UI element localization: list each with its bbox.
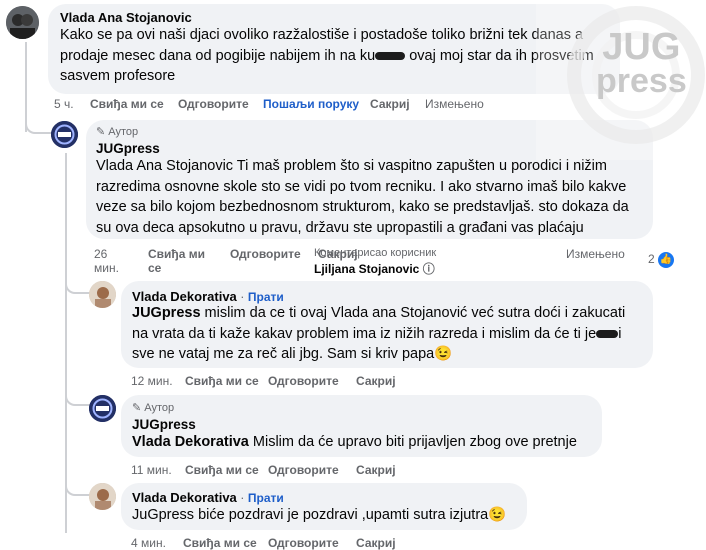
thread-hook-reply3 xyxy=(65,380,91,406)
hide-button[interactable]: Сакриј xyxy=(356,463,396,477)
comment-header: Vlada Dekorativa · Прати xyxy=(132,490,284,505)
like-button[interactable]: Свиђа ми се xyxy=(185,463,259,477)
timestamp[interactable]: 11 мин. xyxy=(131,463,172,477)
pencil-icon: ✎ xyxy=(96,126,109,138)
mention[interactable]: JUGpress xyxy=(132,305,201,321)
hide-button[interactable]: Сакриј xyxy=(356,536,396,550)
info-icon: ⓘ xyxy=(422,262,435,276)
comment-author-name[interactable]: Vlada Ana Stojanovic xyxy=(60,10,192,25)
comment-author-name[interactable]: JUGpress xyxy=(132,417,196,432)
reply-button[interactable]: Одговорите xyxy=(230,247,301,261)
comment-author-name[interactable]: Vlada Dekorativa xyxy=(132,490,237,505)
reply-button[interactable]: Одговорите xyxy=(178,97,249,111)
commented-by-user[interactable]: Ljiljana Stojanovic ⓘ xyxy=(314,260,435,277)
avatar[interactable] xyxy=(89,395,116,422)
avatar[interactable] xyxy=(6,6,39,39)
comment-text: Kako se pa ovi naši djaci ovoliko razžal… xyxy=(60,27,594,84)
like-button[interactable]: Свиђа ми се xyxy=(148,247,205,275)
comment-actions: 26 мин. Свиђа ми се Одговорите Сакриј Коме… xyxy=(94,247,654,277)
like-button[interactable]: Свиђа ми се xyxy=(90,97,164,111)
comment-author-name[interactable]: Vlada Dekorativa xyxy=(132,289,237,304)
thread-hook-reply4 xyxy=(65,470,91,496)
avatar[interactable] xyxy=(51,121,78,148)
reply-button[interactable]: Одговорите xyxy=(268,374,339,388)
comment-text: Vlada Ana Stojanovic Ti maš problem što … xyxy=(96,158,629,236)
avatar[interactable] xyxy=(89,281,116,308)
censor-mark xyxy=(596,329,619,338)
avatar[interactable] xyxy=(89,483,116,510)
like-button[interactable]: Свиђа ми се xyxy=(183,536,257,550)
like-button[interactable]: Свиђа ми се xyxy=(185,374,259,388)
timestamp[interactable]: 12 мин. xyxy=(131,374,173,388)
pencil-icon: ✎ xyxy=(132,402,145,414)
censor-mark xyxy=(375,51,406,60)
send-message-button[interactable]: Пошаљи поруку xyxy=(263,97,359,111)
timestamp[interactable]: 4 мин. xyxy=(131,536,166,550)
comment-text: JuGpress biće pozdravi je pozdravi ,upam… xyxy=(132,507,507,523)
comment-author-name[interactable]: JUGpress xyxy=(96,141,160,156)
reply-button[interactable]: Одговорите xyxy=(268,536,339,550)
timestamp[interactable]: 5 ч. xyxy=(54,97,74,111)
mention[interactable]: Vlada Dekorativa xyxy=(132,434,249,450)
author-badge: ✎ Аутор xyxy=(132,402,175,414)
wink-emoji-icon: 😉 xyxy=(488,507,507,523)
wink-emoji-icon: 😉 xyxy=(434,346,453,362)
comment-text: Vlada Dekorativa Mislim da će upravo bit… xyxy=(132,434,577,450)
author-badge: ✎ Аутор xyxy=(96,126,139,138)
follow-button[interactable]: Прати xyxy=(248,491,284,505)
comment-header: Vlada Dekorativa · Прати xyxy=(132,289,284,304)
reaction-count[interactable]: 2 👍 xyxy=(648,252,675,268)
edited-label[interactable]: Измењено xyxy=(425,97,484,111)
edited-label[interactable]: Измењено xyxy=(566,247,625,261)
commented-by-label: Коментарисао корисник xyxy=(314,247,437,259)
comment-text: JUGpress mislim da ce ti ovaj Vlada ana … xyxy=(132,305,626,362)
thread-hook-reply1 xyxy=(25,110,53,134)
thread-hook-reply2 xyxy=(65,268,91,294)
timestamp[interactable]: 26 мин. xyxy=(94,247,119,275)
follow-button[interactable]: Прати xyxy=(248,290,284,304)
hide-button[interactable]: Сакриј xyxy=(370,97,410,111)
hide-button[interactable]: Сакриј xyxy=(356,374,396,388)
like-reaction-icon: 👍 xyxy=(658,252,675,268)
reply-button[interactable]: Одговорите xyxy=(268,463,339,477)
